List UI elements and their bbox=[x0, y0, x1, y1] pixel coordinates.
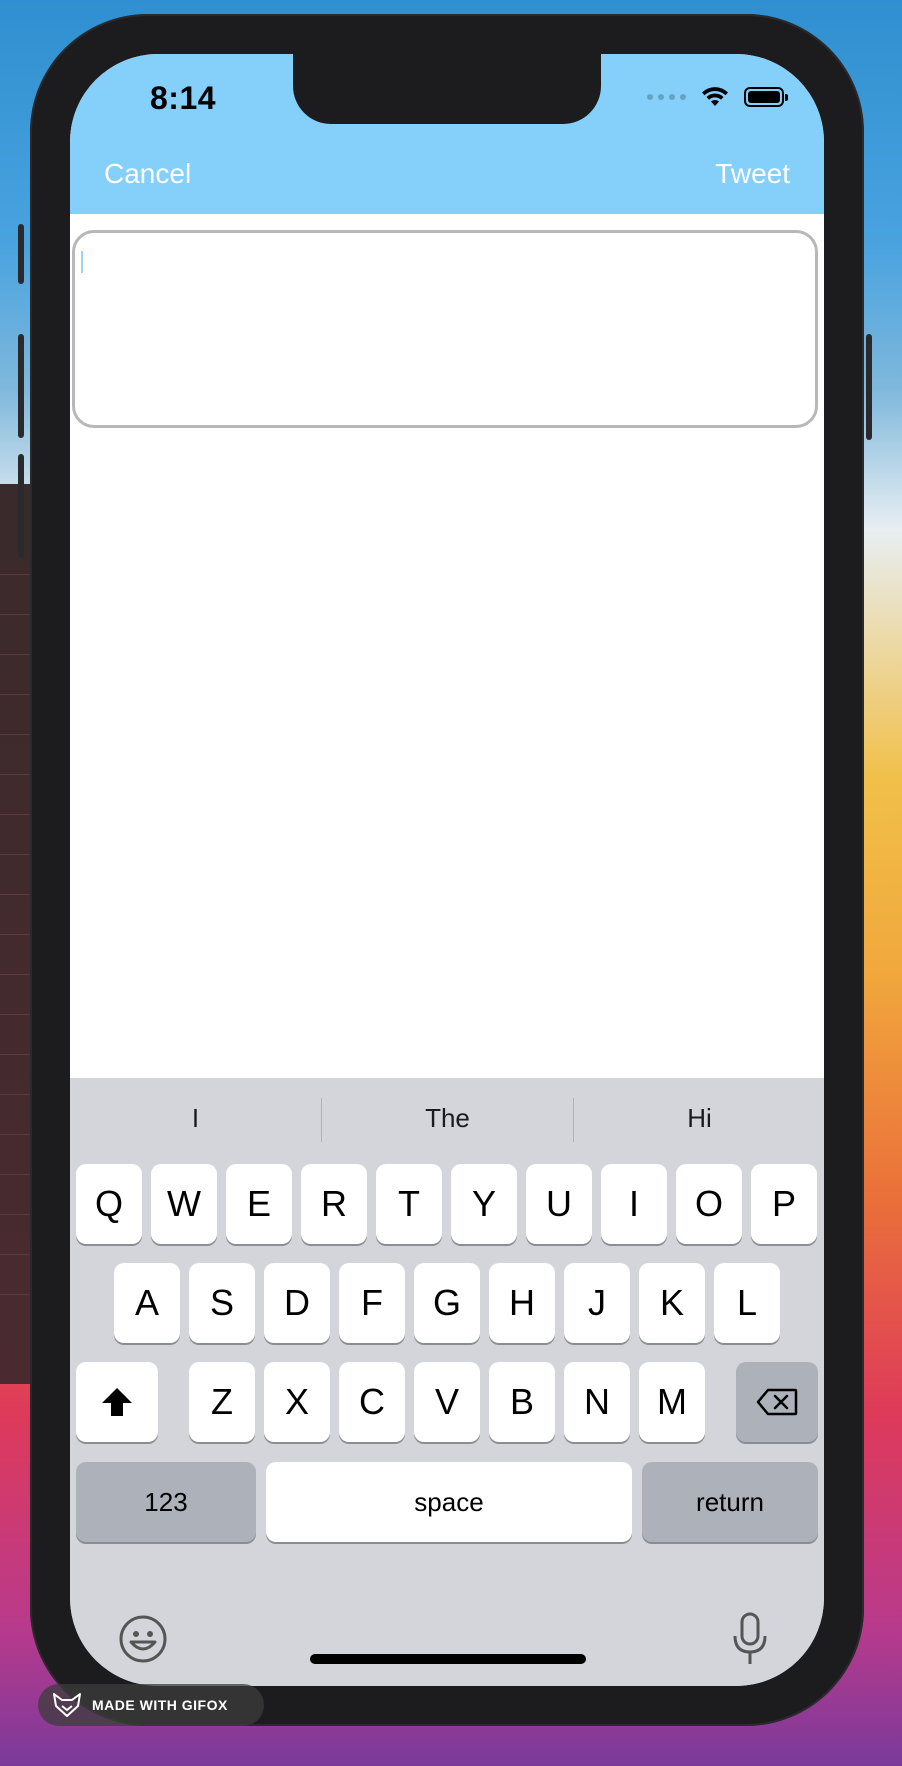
emoji-icon[interactable] bbox=[118, 1614, 168, 1664]
key-s[interactable]: S bbox=[189, 1263, 255, 1343]
delete-key[interactable] bbox=[736, 1362, 818, 1442]
key-d[interactable]: D bbox=[264, 1263, 330, 1343]
suggestion-1[interactable]: I bbox=[70, 1078, 321, 1158]
key-e[interactable]: E bbox=[226, 1164, 292, 1244]
key-b[interactable]: B bbox=[489, 1362, 555, 1442]
key-a[interactable]: A bbox=[114, 1263, 180, 1343]
key-c[interactable]: C bbox=[339, 1362, 405, 1442]
key-t[interactable]: T bbox=[376, 1164, 442, 1244]
battery-icon bbox=[744, 87, 788, 107]
key-h[interactable]: H bbox=[489, 1263, 555, 1343]
shift-key[interactable] bbox=[76, 1362, 158, 1442]
cancel-button[interactable]: Cancel bbox=[104, 158, 191, 190]
suggestion-bar: I The Hi bbox=[70, 1078, 824, 1158]
key-l[interactable]: L bbox=[714, 1263, 780, 1343]
mute-switch bbox=[18, 224, 24, 284]
key-j[interactable]: J bbox=[564, 1263, 630, 1343]
key-w[interactable]: W bbox=[151, 1164, 217, 1244]
key-p[interactable]: P bbox=[751, 1164, 817, 1244]
keyboard-bottom-bar bbox=[70, 1602, 824, 1686]
phone-frame: 8:14 Cancel Tweet I The Hi Q W E R T Y U… bbox=[18, 14, 872, 1726]
key-n[interactable]: N bbox=[564, 1362, 630, 1442]
backspace-icon bbox=[756, 1388, 798, 1416]
key-y[interactable]: Y bbox=[451, 1164, 517, 1244]
status-time: 8:14 bbox=[150, 80, 217, 116]
key-m[interactable]: M bbox=[639, 1362, 705, 1442]
key-x[interactable]: X bbox=[264, 1362, 330, 1442]
notch bbox=[293, 54, 601, 124]
status-icons bbox=[647, 86, 788, 108]
tweet-text-input[interactable] bbox=[72, 230, 818, 428]
key-o[interactable]: O bbox=[676, 1164, 742, 1244]
wifi-icon bbox=[702, 87, 728, 106]
microphone-icon[interactable] bbox=[732, 1612, 768, 1666]
key-u[interactable]: U bbox=[526, 1164, 592, 1244]
home-indicator bbox=[310, 1654, 586, 1664]
shift-icon bbox=[102, 1388, 132, 1416]
text-caret bbox=[81, 251, 83, 273]
watermark-text: MADE WITH GIFOX bbox=[92, 1697, 228, 1713]
power-button bbox=[866, 334, 872, 440]
key-r[interactable]: R bbox=[301, 1164, 367, 1244]
key-v[interactable]: V bbox=[414, 1362, 480, 1442]
suggestion-2[interactable]: The bbox=[322, 1078, 573, 1158]
cellular-icon bbox=[647, 94, 686, 100]
background-window bbox=[0, 484, 34, 1384]
volume-up-button bbox=[18, 334, 24, 438]
key-q[interactable]: Q bbox=[76, 1164, 142, 1244]
keyboard: I The Hi Q W E R T Y U I O P A S D F G H bbox=[70, 1078, 824, 1686]
key-k[interactable]: K bbox=[639, 1263, 705, 1343]
fox-logo-icon bbox=[53, 1693, 81, 1717]
suggestion-3[interactable]: Hi bbox=[574, 1078, 824, 1158]
key-f[interactable]: F bbox=[339, 1263, 405, 1343]
key-z[interactable]: Z bbox=[189, 1362, 255, 1442]
numbers-key[interactable]: 123 bbox=[76, 1462, 256, 1542]
phone-screen: 8:14 Cancel Tweet I The Hi Q W E R T Y U… bbox=[70, 54, 824, 1686]
key-i[interactable]: I bbox=[601, 1164, 667, 1244]
volume-down-button bbox=[18, 454, 24, 558]
tweet-button[interactable]: Tweet bbox=[715, 158, 790, 190]
return-key[interactable]: return bbox=[642, 1462, 818, 1542]
key-g[interactable]: G bbox=[414, 1263, 480, 1343]
space-key[interactable]: space bbox=[266, 1462, 632, 1542]
gifox-watermark: MADE WITH GIFOX bbox=[38, 1684, 264, 1726]
